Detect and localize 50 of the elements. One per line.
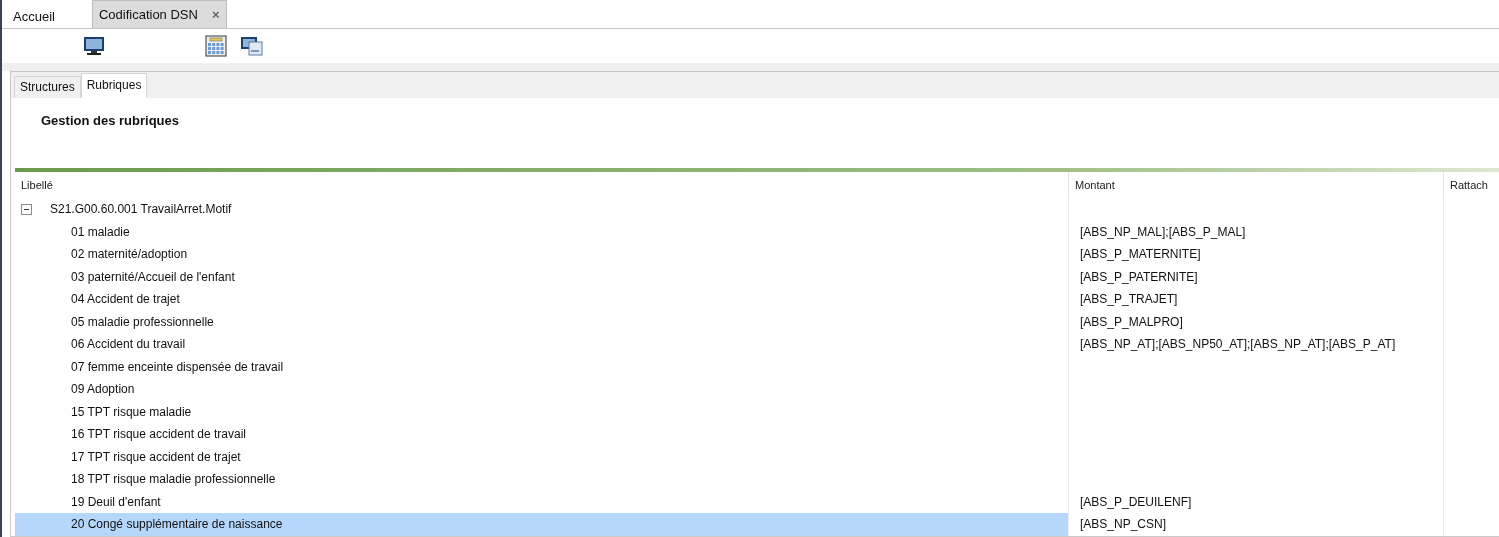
- tree-row[interactable]: 18 TPT risque maladie professionnelle: [15, 468, 1069, 491]
- view-tab[interactable]: Rubriques: [80, 73, 148, 98]
- row-label: 01 maladie: [71, 224, 130, 239]
- collapse-icon[interactable]: [21, 203, 32, 215]
- tree-row[interactable]: 17 TPT risque accident de trajet: [15, 445, 1069, 468]
- montant-cell: [ABS_P_PATERNITE]: [1080, 269, 1198, 284]
- montant-cell: [ABS_NP_CSN]: [1080, 517, 1167, 532]
- row-label: 07 femme enceinte dispensée de travail: [71, 359, 284, 374]
- column-header[interactable]: Libellé: [15, 172, 1069, 198]
- calculator-icon[interactable]: [205, 35, 227, 57]
- row-label: 03 paternité/Accueil de l'enfant: [71, 269, 235, 284]
- row-label: 05 maladie professionnelle: [71, 314, 214, 329]
- row-label: 09 Adoption: [71, 382, 135, 397]
- column-header[interactable]: Rattach: [1444, 172, 1499, 198]
- document-tab[interactable]: Codification DSN ×: [91, 0, 227, 28]
- montant-cell: [ABS_P_TRAJET]: [1080, 292, 1178, 307]
- tree-row[interactable]: 04 Accident de trajet: [15, 288, 1069, 311]
- view-tab[interactable]: Structures: [14, 76, 81, 98]
- row-label: 17 TPT risque accident de trajet: [71, 449, 241, 464]
- row-label: S21.G00.60.001 TravailArret.Motif: [50, 202, 232, 217]
- row-label: 16 TPT risque accident de travail: [71, 427, 246, 442]
- column-header[interactable]: Montant: [1069, 172, 1444, 198]
- row-label: 02 maternité/adoption: [71, 247, 188, 262]
- row-label: 15 TPT risque maladie: [71, 404, 192, 419]
- tree-row[interactable]: 03 paternité/Accueil de l'enfant: [15, 265, 1069, 288]
- document-tab[interactable]: Accueil: [6, 3, 62, 28]
- close-icon[interactable]: ×: [211, 7, 220, 22]
- montant-cell: [ABS_NP_MAL];[ABS_P_MAL]: [1080, 224, 1246, 239]
- montant-cell: [ABS_P_MATERNITE]: [1080, 247, 1201, 262]
- montant-cell: [ABS_P_MALPRO]: [1080, 314, 1183, 329]
- tree-row[interactable]: 02 maternité/adoption: [15, 243, 1069, 266]
- row-label: 06 Accident du travail: [71, 337, 186, 352]
- tree-row[interactable]: 07 femme enceinte dispensée de travail: [15, 355, 1069, 378]
- row-label: 04 Accident de trajet: [71, 292, 180, 307]
- tree-row[interactable]: 01 maladie: [15, 220, 1069, 243]
- monitor-icon[interactable]: [83, 36, 105, 56]
- tree-row[interactable]: S21.G00.60.001 TravailArret.Motif: [15, 198, 1069, 221]
- montant-cell: [ABS_P_DEUILENF]: [1080, 494, 1192, 509]
- tree-row[interactable]: 09 Adoption: [15, 378, 1069, 401]
- tree-row[interactable]: 20 Congé supplémentaire de naissance: [15, 513, 1069, 536]
- row-label: 19 Deuil d'enfant: [71, 494, 161, 509]
- section-heading: Gestion des rubriques: [40, 112, 180, 130]
- row-label: 20 Congé supplémentaire de naissance: [71, 517, 283, 532]
- tree-row[interactable]: 06 Accident du travail: [15, 333, 1069, 356]
- montant-cell: [ABS_NP_AT];[ABS_NP50_AT];[ABS_NP_AT];[ABS_P_AT]: [1080, 337, 1396, 352]
- tree-row[interactable]: 05 maladie professionnelle: [15, 310, 1069, 333]
- tree-row[interactable]: 16 TPT risque accident de travail: [15, 423, 1069, 446]
- screens-icon[interactable]: [240, 36, 264, 56]
- row-label: 18 TPT risque maladie professionnelle: [71, 472, 276, 487]
- tree-row[interactable]: 15 TPT risque maladie: [15, 400, 1069, 423]
